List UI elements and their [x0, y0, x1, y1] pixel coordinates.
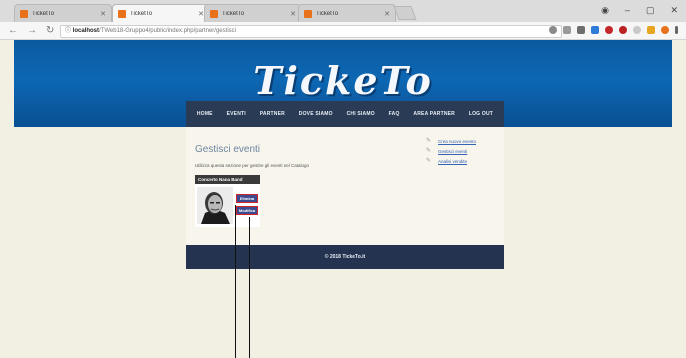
site-logo[interactable]: TickeTo — [14, 58, 672, 103]
pencil-icon: ✎ — [426, 158, 432, 164]
tab-label: TicketTo — [222, 10, 245, 17]
close-tab-icon[interactable]: ✕ — [100, 10, 106, 18]
browser-tab-active[interactable]: TicketTo ✕ — [112, 4, 210, 22]
nav-home[interactable]: HOME — [197, 111, 213, 117]
profile-icon[interactable]: ◉ — [601, 5, 609, 16]
side-menu-item: ✎ Crea nuovo evento — [426, 136, 476, 146]
pencil-icon: ✎ — [426, 148, 432, 154]
edit-event-button[interactable]: Modifica — [236, 206, 258, 215]
nav-area-partner[interactable]: AREA PARTNER — [413, 111, 455, 117]
main-content: Gestisci eventi Utilizza questa sezione … — [186, 127, 504, 245]
close-tab-icon[interactable]: ✕ — [290, 10, 296, 18]
nav-eventi[interactable]: EVENTI — [227, 111, 246, 117]
nav-chi-siamo[interactable]: CHI SIAMO — [347, 111, 375, 117]
browser-toolbar: ← → ↻ ⌂ ⓘ localhost/TWeb18-Gruppo4/publi… — [0, 22, 686, 40]
browser-tab-strip: TicketTo ✕ TicketTo ✕ TicketTo ✕ TicketT… — [0, 0, 686, 22]
nav-log-out[interactable]: LOG OUT — [469, 111, 493, 117]
maximize-button[interactable]: ▢ — [646, 5, 655, 16]
close-tab-icon[interactable]: ✕ — [384, 10, 390, 18]
back-arrow-icon[interactable]: ← — [8, 25, 18, 37]
new-tab-button[interactable] — [393, 6, 417, 20]
page-title: Gestisci eventi — [195, 144, 261, 155]
side-menu-item: ✎ Gestisci eventi — [426, 146, 476, 156]
forward-arrow-icon[interactable]: → — [27, 25, 37, 37]
create-event-link[interactable]: Crea nuovo evento — [438, 139, 476, 144]
browser-tab[interactable]: TicketTo ✕ — [298, 4, 396, 22]
delete-event-button[interactable]: Elimina — [236, 194, 258, 203]
browser-tab[interactable]: TicketTo ✕ — [204, 4, 302, 22]
info-icon[interactable]: ⓘ — [65, 28, 73, 34]
annotation-line — [235, 205, 236, 358]
sales-analysis-link[interactable]: Analisi vendite — [438, 159, 467, 164]
reload-icon[interactable]: ↻ — [46, 25, 54, 37]
favicon-icon — [118, 9, 126, 18]
star-icon[interactable] — [563, 26, 571, 34]
extension-icon[interactable] — [661, 26, 669, 34]
page-description: Utilizza questa sezione per gestire gli … — [195, 163, 310, 168]
extension-icon[interactable] — [619, 26, 627, 34]
side-menu-item: ✎ Analisi vendite — [426, 156, 476, 166]
minimize-button[interactable]: – — [625, 5, 630, 16]
annotation-line — [249, 217, 250, 358]
extensions-bar — [549, 26, 678, 34]
performer-image — [197, 187, 233, 224]
event-photo — [197, 187, 233, 224]
extension-icon[interactable] — [577, 26, 585, 34]
browser-tab[interactable]: TicketTo ✕ — [14, 4, 112, 22]
partner-side-menu: ✎ Crea nuovo evento ✎ Gestisci eventi ✎ … — [426, 136, 476, 166]
window-controls: ◉ – ▢ ✕ — [601, 5, 678, 16]
pencil-icon: ✎ — [426, 138, 432, 144]
tab-label: TicketTo — [130, 10, 153, 17]
manage-events-link[interactable]: Gestisci eventi — [438, 149, 467, 154]
main-nav: HOME EVENTI PARTNER DOVE SIAMO CHI SIAMO… — [186, 101, 504, 127]
nav-dove-siamo[interactable]: DOVE SIAMO — [299, 111, 333, 117]
event-title: Concerto Nana Band — [195, 175, 260, 184]
extension-icon[interactable] — [633, 26, 641, 34]
nav-faq[interactable]: FAQ — [389, 111, 400, 117]
screen: TicketTo ✕ TicketTo ✕ TicketTo ✕ TicketT… — [0, 0, 686, 358]
zoom-icon[interactable] — [549, 26, 557, 34]
extension-icon[interactable] — [591, 26, 599, 34]
extension-icon[interactable] — [647, 26, 655, 34]
site-footer: © 2018 TickeTo.it — [186, 245, 504, 269]
favicon-icon — [20, 9, 28, 18]
extension-icon[interactable] — [605, 26, 613, 34]
url-host: localhost — [72, 28, 100, 34]
favicon-icon — [210, 9, 218, 18]
menu-icon[interactable] — [675, 26, 678, 34]
tab-label: TicketTo — [316, 10, 339, 17]
nav-partner[interactable]: PARTNER — [260, 111, 285, 117]
address-bar[interactable]: ⓘ localhost/TWeb18-Gruppo4/public/index.… — [60, 25, 562, 38]
close-window-button[interactable]: ✕ — [670, 5, 678, 16]
event-card: Concerto Nana Band Elimina Modifica — [195, 175, 260, 227]
tab-label: TicketTo — [32, 10, 55, 17]
favicon-icon — [304, 9, 312, 18]
url-path: /TWeb18-Gruppo4/public/index.php/partner… — [99, 28, 236, 34]
